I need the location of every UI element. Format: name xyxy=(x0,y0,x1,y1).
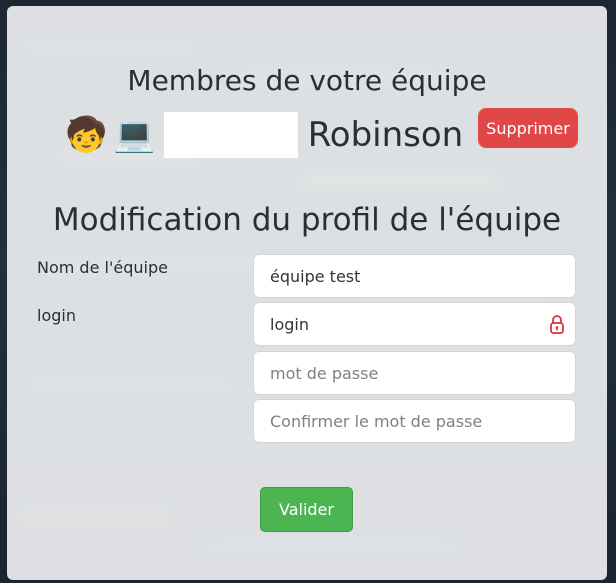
team-card: Membres de votre équipe 🧒 💻 Robinson Sup… xyxy=(7,6,607,580)
team-name-label: Nom de l'équipe xyxy=(37,258,168,277)
password-field-box xyxy=(253,351,576,395)
password-input[interactable] xyxy=(270,352,540,394)
confirm-password-input[interactable] xyxy=(270,400,540,442)
laptop-icon: 💻 xyxy=(113,115,156,155)
login-field-box xyxy=(253,302,576,346)
member-first-name-redacted xyxy=(163,112,298,158)
member-row: 🧒 💻 Robinson xyxy=(65,109,463,161)
members-title: Membres de votre équipe xyxy=(127,64,487,97)
confirm-password-field-box xyxy=(253,399,576,443)
delete-member-button[interactable]: Supprimer xyxy=(478,108,578,148)
login-label: login xyxy=(37,306,76,325)
submit-button[interactable]: Valider xyxy=(260,487,353,532)
profile-title: Modification du profil de l'équipe xyxy=(52,202,562,238)
login-input[interactable] xyxy=(270,303,540,345)
team-name-field-box xyxy=(253,254,576,298)
member-last-name: Robinson xyxy=(307,115,464,155)
lock-icon xyxy=(550,315,564,334)
child-avatar-icon: 🧒 xyxy=(65,115,108,155)
team-name-input[interactable] xyxy=(270,255,540,297)
